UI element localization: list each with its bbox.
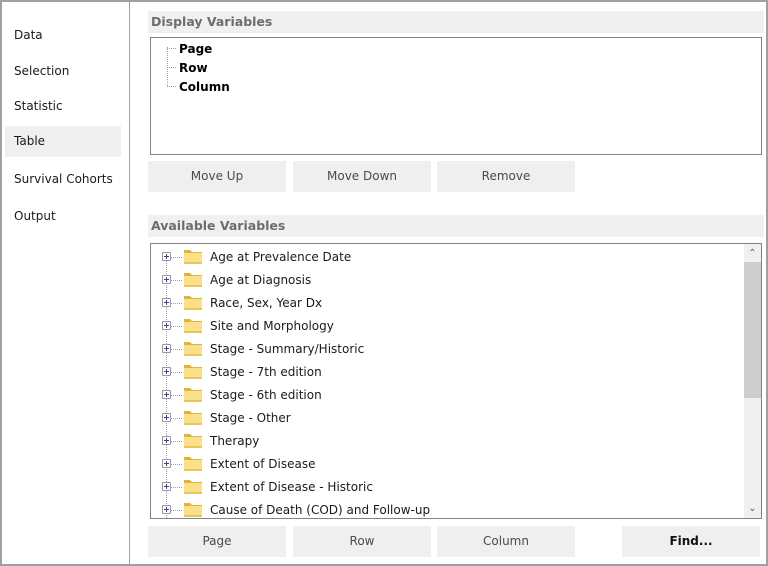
available-variables-header: Available Variables xyxy=(148,215,764,237)
tree-connector xyxy=(167,86,176,87)
folder-icon xyxy=(183,317,203,334)
tree-item[interactable]: Stage - 6th edition xyxy=(151,384,741,407)
add-column-button[interactable]: Column xyxy=(437,526,575,557)
sidebar-item-output[interactable]: Output xyxy=(5,201,121,232)
sidebar-item-selection[interactable]: Selection xyxy=(5,56,121,87)
add-row-button[interactable]: Row xyxy=(293,526,431,557)
tree-item[interactable]: Stage - Other xyxy=(151,407,741,430)
tree-connector xyxy=(171,464,182,465)
tree-connector xyxy=(171,441,182,442)
folder-icon xyxy=(183,363,203,380)
tree-item-label: Extent of Disease - Historic xyxy=(210,480,373,494)
available-variables-list[interactable]: Age at Prevalence Date Age at Diagnosis Ra… xyxy=(150,243,762,519)
tree-item[interactable]: Stage - Summary/Historic xyxy=(151,338,741,361)
tree-item[interactable]: Therapy xyxy=(151,430,741,453)
tree-connector xyxy=(171,303,182,304)
tree-connector xyxy=(171,418,182,419)
plus-box-icon[interactable] xyxy=(162,298,171,307)
add-page-button[interactable]: Page xyxy=(148,526,286,557)
display-variables-list[interactable]: Page Row Column xyxy=(150,37,762,155)
tree-item[interactable]: Stage - 7th edition xyxy=(151,361,741,384)
plus-box-icon[interactable] xyxy=(162,413,171,422)
tree-item-label: Stage - 7th edition xyxy=(210,365,322,379)
plus-box-icon[interactable] xyxy=(162,436,171,445)
sidebar-item-survival-cohorts[interactable]: Survival Cohorts xyxy=(5,164,121,195)
tree-item[interactable]: Extent of Disease xyxy=(151,453,741,476)
scrollbar-thumb[interactable] xyxy=(744,262,761,398)
plus-box-icon[interactable] xyxy=(162,252,171,261)
folder-icon xyxy=(183,340,203,357)
tree-connector xyxy=(171,395,182,396)
sidebar-item-label: Output xyxy=(14,209,56,223)
sidebar-item-table[interactable]: Table xyxy=(5,126,121,157)
tree-connector xyxy=(171,372,182,373)
plus-box-icon[interactable] xyxy=(162,390,171,399)
plus-box-icon[interactable] xyxy=(162,367,171,376)
display-variable-column[interactable]: Column xyxy=(179,78,230,96)
tree-item-label: Stage - Summary/Historic xyxy=(210,342,365,356)
folder-icon xyxy=(183,409,203,426)
tree-item-label: Therapy xyxy=(210,434,260,448)
plus-box-icon[interactable] xyxy=(162,275,171,284)
tree-connector xyxy=(171,487,182,488)
sidebar-item-label: Table xyxy=(14,134,46,148)
find-button[interactable]: Find... xyxy=(622,526,760,557)
display-variables-header: Display Variables xyxy=(148,11,764,33)
plus-box-icon[interactable] xyxy=(162,505,171,514)
plus-box-icon[interactable] xyxy=(162,459,171,468)
tree-item-label: Cause of Death (COD) and Follow-up xyxy=(210,503,431,517)
tree-connector xyxy=(171,326,182,327)
display-variable-page[interactable]: Page xyxy=(179,40,212,58)
sidebar-item-label: Survival Cohorts xyxy=(14,172,113,186)
sidebar-item-statistic[interactable]: Statistic xyxy=(5,91,121,122)
tree-connector xyxy=(171,510,182,511)
tree-connector xyxy=(171,349,182,350)
folder-icon xyxy=(183,271,203,288)
window-frame: Data Selection Statistic Table Survival … xyxy=(0,0,768,566)
vertical-scrollbar[interactable]: ⌃ ⌄ xyxy=(744,244,761,518)
folder-icon xyxy=(183,432,203,449)
tree-item[interactable]: Age at Diagnosis xyxy=(151,269,741,292)
tree-connector xyxy=(167,48,176,49)
tree-item[interactable]: Site and Morphology xyxy=(151,315,741,338)
tree-item[interactable]: Cause of Death (COD) and Follow-up xyxy=(151,499,741,518)
chevron-down-icon[interactable]: ⌄ xyxy=(744,500,761,517)
tree-item-label: Site and Morphology xyxy=(210,319,334,333)
folder-icon xyxy=(183,478,203,495)
remove-button[interactable]: Remove xyxy=(437,161,575,192)
plus-box-icon[interactable] xyxy=(162,482,171,491)
folder-icon xyxy=(183,455,203,472)
sidebar-item-label: Selection xyxy=(14,64,70,78)
folder-icon xyxy=(183,248,203,265)
tree-item-label: Age at Prevalence Date xyxy=(210,250,352,264)
sidebar-item-label: Data xyxy=(14,28,43,42)
chevron-up-icon[interactable]: ⌃ xyxy=(744,245,761,262)
folder-icon xyxy=(183,386,203,403)
tree-item[interactable]: Age at Prevalence Date xyxy=(151,246,741,269)
tree-item-label: Age at Diagnosis xyxy=(210,273,312,287)
move-down-button[interactable]: Move Down xyxy=(293,161,431,192)
sidebar-item-data[interactable]: Data xyxy=(5,20,121,51)
tree-item-label: Extent of Disease xyxy=(210,457,316,471)
folder-icon xyxy=(183,294,203,311)
plus-box-icon[interactable] xyxy=(162,344,171,353)
tree-item[interactable]: Extent of Disease - Historic xyxy=(151,476,741,499)
tree-connector xyxy=(167,67,176,68)
tree-connector xyxy=(171,257,182,258)
tree-item[interactable]: Race, Sex, Year Dx xyxy=(151,292,741,315)
tree-item-label: Stage - Other xyxy=(210,411,291,425)
move-up-button[interactable]: Move Up xyxy=(148,161,286,192)
tree-item-label: Race, Sex, Year Dx xyxy=(210,296,323,310)
display-variable-row[interactable]: Row xyxy=(179,59,208,77)
tree-connector xyxy=(171,280,182,281)
sidebar-item-label: Statistic xyxy=(14,99,63,113)
folder-icon xyxy=(183,501,203,518)
tree-item-label: Stage - 6th edition xyxy=(210,388,322,402)
plus-box-icon[interactable] xyxy=(162,321,171,330)
sidebar: Data Selection Statistic Table Survival … xyxy=(2,2,130,564)
